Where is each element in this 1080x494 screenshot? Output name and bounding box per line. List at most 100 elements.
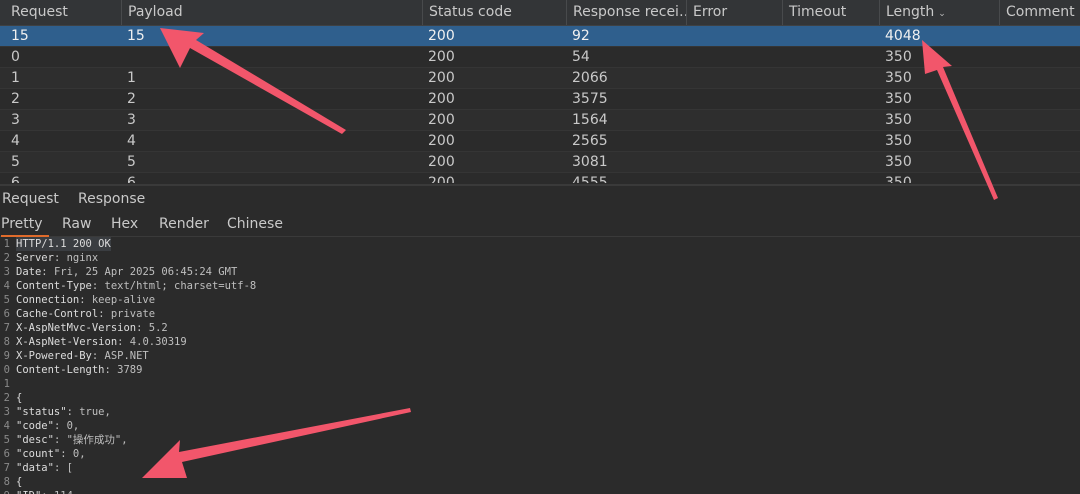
sort-descending-icon: ⌄: [938, 9, 946, 19]
cell-response-received: 2066: [572, 70, 608, 86]
table-row[interactable]: 5 5 200 3081 350: [0, 152, 1080, 173]
line-content: Content-Type: text/html; charset=utf-8: [16, 279, 256, 293]
cell-request: 15: [11, 28, 29, 44]
cell-length: 4048: [885, 28, 921, 44]
cell-response-received: 92: [572, 28, 590, 44]
cell-status-code: 200: [428, 133, 455, 149]
line-number: 2: [3, 252, 10, 264]
table-row[interactable]: 6 6 200 4555 350: [0, 173, 1080, 183]
cell-error: [686, 89, 782, 109]
code-line: 3 "status": true,: [0, 405, 1080, 419]
tab-hex[interactable]: Hex: [111, 213, 138, 235]
code-line: 4 Content-Type: text/html; charset=utf-8: [0, 279, 1080, 293]
line-number: 6: [3, 308, 10, 320]
cell-response-received: 4555: [572, 175, 608, 183]
column-header-length[interactable]: Length ⌄: [879, 0, 999, 25]
line-content: "count": 0,: [16, 447, 86, 461]
cell-timeout: [782, 89, 879, 109]
cell-comment: [999, 173, 1080, 183]
line-number: 2: [3, 392, 10, 404]
line-number: 8: [3, 476, 10, 488]
column-header-timeout[interactable]: Timeout: [782, 0, 879, 25]
cell-error: [686, 110, 782, 130]
line-content: "ID": 114: [16, 489, 73, 494]
line-key: "desc": [16, 434, 54, 446]
cell-request: 6: [11, 175, 20, 183]
column-header-payload[interactable]: Payload: [121, 0, 422, 25]
cell-timeout: [782, 110, 879, 130]
line-value: : Fri, 25 Apr 2025 06:45:24 GMT: [41, 266, 238, 278]
code-line: 6 "count": 0,: [0, 447, 1080, 461]
table-row[interactable]: 0 200 54 350: [0, 47, 1080, 68]
line-content: X-Powered-By: ASP.NET: [16, 349, 149, 363]
line-content: Connection: keep-alive: [16, 293, 155, 307]
line-content: "desc": "操作成功",: [16, 433, 128, 447]
response-viewer[interactable]: 1 HTTP/1.1 200 OK 2 Server: nginx 3 Date: Fri…: [0, 237, 1080, 494]
line-number: 5: [3, 434, 10, 446]
table-row[interactable]: 1 1 200 2066 350: [0, 68, 1080, 89]
cell-comment: [999, 152, 1080, 172]
code-line: 6 Cache-Control: private: [0, 307, 1080, 321]
column-header-label: Request: [11, 4, 68, 20]
cell-error: [686, 152, 782, 172]
table-row[interactable]: 4 4 200 2565 350: [0, 131, 1080, 152]
line-key: Content-Type: [16, 280, 92, 292]
line-content: Server: nginx: [16, 251, 98, 265]
cell-status-code: 200: [428, 175, 455, 183]
cell-status-code: 200: [428, 49, 455, 65]
code-line: 9 X-Powered-By: ASP.NET: [0, 349, 1080, 363]
table-row[interactable]: 2 2 200 3575 350: [0, 89, 1080, 110]
column-header-response-received[interactable]: Response recei…: [566, 0, 686, 25]
cell-timeout: [782, 152, 879, 172]
message-tabs: Request Response: [0, 184, 1080, 212]
tab-request[interactable]: Request: [2, 188, 59, 210]
cell-payload: [121, 47, 422, 67]
line-number: 7: [3, 462, 10, 474]
cell-timeout: [782, 68, 879, 88]
cell-payload: 2: [127, 91, 136, 107]
column-header-label: Payload: [128, 4, 183, 20]
cell-payload: 4: [127, 133, 136, 149]
code-line: 3 Date: Fri, 25 Apr 2025 06:45:24 GMT: [0, 265, 1080, 279]
line-key: "code": [16, 420, 54, 432]
code-line: 2{: [0, 391, 1080, 405]
line-value: : true,: [66, 406, 111, 418]
line-key: HTTP/1.1 200 OK: [16, 238, 111, 250]
column-header-request[interactable]: Request: [0, 0, 121, 25]
line-value: : nginx: [53, 252, 99, 264]
tab-raw[interactable]: Raw: [62, 213, 91, 235]
line-key: Date: [16, 266, 42, 278]
line-content: Content-Length: 3789: [16, 363, 142, 377]
line-key: X-Powered-By: [16, 350, 92, 362]
column-header-error[interactable]: Error: [686, 0, 782, 25]
cell-request: 2: [11, 91, 20, 107]
code-line: 4 "code": 0,: [0, 419, 1080, 433]
table-row[interactable]: 3 3 200 1564 350: [0, 110, 1080, 131]
code-line: 7 "data": [: [0, 461, 1080, 475]
code-line: 8{: [0, 475, 1080, 489]
cell-payload: 6: [127, 175, 136, 183]
line-number: 4: [3, 420, 10, 432]
tab-response[interactable]: Response: [69, 188, 154, 212]
line-number: 1: [3, 378, 10, 390]
line-key: {: [16, 476, 23, 488]
column-header-label: Status code: [429, 4, 512, 20]
cell-status-code: 200: [428, 91, 455, 107]
table-row[interactable]: 15 15 200 92 4048: [0, 26, 1080, 47]
column-header-status-code[interactable]: Status code: [422, 0, 566, 25]
line-number: 1: [3, 238, 10, 250]
code-line: 8 X-AspNet-Version: 4.0.30319: [0, 335, 1080, 349]
tab-pretty[interactable]: Pretty: [1, 213, 49, 237]
line-value: : text/html; charset=utf-8: [91, 280, 257, 292]
line-content: "code": 0,: [16, 419, 79, 433]
tab-render[interactable]: Render: [159, 213, 209, 235]
line-content: X-AspNetMvc-Version: 5.2: [16, 321, 168, 335]
tab-chinese[interactable]: Chinese: [227, 213, 283, 235]
line-value: : 4.0.30319: [117, 336, 187, 348]
cell-length: 350: [885, 133, 912, 149]
column-header-label: Comment: [1006, 4, 1075, 20]
cell-status-code: 200: [428, 112, 455, 128]
column-header-comment[interactable]: Comment: [999, 0, 1080, 25]
line-number: 9: [3, 350, 10, 362]
cell-request: 0: [11, 49, 20, 65]
